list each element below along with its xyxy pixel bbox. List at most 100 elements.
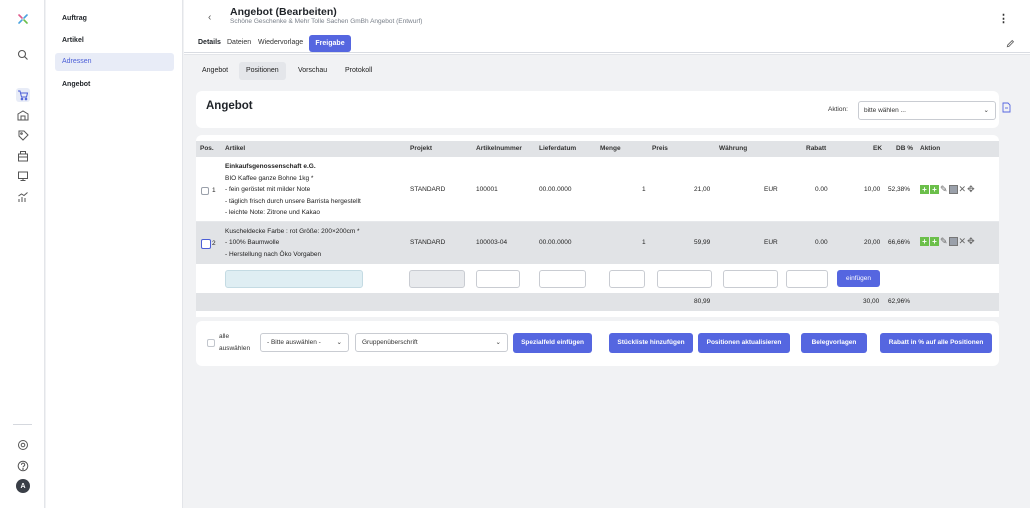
article-line: BIO Kaffee ganze Bohne 1kg *: [225, 175, 314, 182]
edit-icon[interactable]: ✎: [940, 184, 948, 195]
angebot-card: Angebot Aktion: bitte wählen ... ⌄: [196, 91, 1011, 128]
col-menge: Menge: [600, 145, 621, 152]
row-db: 52,38%: [888, 186, 911, 193]
tab-divider: [184, 52, 1030, 53]
col-ek: EK: [873, 145, 883, 152]
stueckliste-hinzufuegen-button[interactable]: Stückliste hinzufügen: [609, 333, 693, 353]
col-waehrung: Währung: [719, 145, 748, 152]
chevron-down-icon: ⌄: [983, 107, 989, 114]
subtab-positionen[interactable]: Positionen: [239, 62, 286, 80]
row-actions: + + ✎ ✕ ✥: [920, 236, 975, 247]
select-all-label: auswählen: [219, 345, 251, 352]
delete-icon[interactable]: ✕: [959, 236, 967, 247]
chevron-down-icon: ⌄: [495, 339, 501, 346]
add-above-icon[interactable]: +: [920, 185, 929, 194]
article-line: - täglich frisch durch unsere Barrista h…: [225, 198, 361, 205]
lieferdatum-input[interactable]: [539, 270, 586, 288]
col-rabatt: Rabatt: [806, 145, 827, 152]
freigabe-button[interactable]: Freigabe: [309, 35, 351, 52]
pdf-icon[interactable]: [1002, 102, 1011, 115]
total-preis: 80,99: [694, 298, 711, 305]
preis-input[interactable]: [657, 270, 712, 288]
row-artikelnummer: 100003-04: [476, 239, 508, 246]
rabatt-alle-positionen-button[interactable]: Rabatt in % auf alle Positionen: [880, 333, 992, 353]
select-all-checkbox[interactable]: [207, 339, 215, 347]
aktion-label: Aktion:: [828, 106, 848, 113]
row-checkbox[interactable]: [201, 239, 211, 249]
waehrung-input[interactable]: [723, 270, 778, 288]
row-ek: 20,00: [864, 239, 881, 246]
table-header: Pos. Artikel Projekt Artikelnummer Liefe…: [196, 141, 999, 157]
gruppenueberschrift-select[interactable]: Gruppenüberschrift ⌄: [355, 333, 508, 352]
module-sidebar: Auftrag Artikel Adressen Angebot: [46, 0, 183, 508]
article-line: - fein geröstet mit milder Note: [225, 186, 311, 193]
totals-row: 80,99 30,00 62,96%: [196, 293, 999, 311]
statistics-icon[interactable]: [16, 190, 30, 204]
row-waehrung: EUR: [764, 186, 778, 193]
row-preis: 21,00: [694, 186, 711, 193]
avatar[interactable]: A: [16, 479, 30, 493]
subtab-vorschau[interactable]: Vorschau: [291, 62, 334, 80]
search-icon[interactable]: [16, 48, 30, 62]
copy-icon[interactable]: [948, 185, 958, 194]
aktion-select[interactable]: bitte wählen ... ⌄: [858, 101, 996, 120]
row-pos: 2: [212, 240, 216, 247]
aktion-select-value: bitte wählen ...: [864, 107, 906, 114]
sidebar-item-adressen[interactable]: Adressen: [55, 53, 174, 71]
insert-button[interactable]: einfügen: [837, 270, 880, 287]
col-db: DB %: [896, 145, 913, 152]
belegvorlagen-button[interactable]: Belegvorlagen: [801, 333, 867, 353]
edit-pencil-icon[interactable]: [1006, 39, 1015, 50]
menge-input[interactable]: [609, 270, 645, 288]
row-menge: 1: [642, 239, 646, 246]
page-header: ‹ Angebot (Bearbeiten) Schöne Geschenke …: [184, 0, 1030, 55]
edit-icon[interactable]: ✎: [940, 236, 948, 247]
row-db: 66,66%: [888, 239, 911, 246]
tab-details[interactable]: Details: [198, 39, 221, 46]
tab-dateien[interactable]: Dateien: [227, 39, 251, 46]
warehouse-icon[interactable]: [16, 108, 30, 122]
add-below-icon[interactable]: +: [930, 185, 939, 194]
artikelnummer-input[interactable]: [476, 270, 520, 288]
cart-icon[interactable]: [16, 88, 30, 102]
row-projekt: STANDARD: [410, 239, 446, 246]
delete-icon[interactable]: ✕: [959, 184, 967, 195]
monitor-icon[interactable]: [16, 169, 30, 183]
add-above-icon[interactable]: +: [920, 237, 929, 246]
bitte-auswaehlen-select[interactable]: - Bitte auswählen - ⌄: [260, 333, 349, 352]
register-icon[interactable]: [16, 149, 30, 163]
rail-divider: [13, 424, 32, 425]
subtab-angebot[interactable]: Angebot: [195, 62, 235, 80]
row-lieferdatum: 00.00.0000: [539, 239, 572, 246]
table-row: 1 Einkaufsgenossenschaft e.G. BIO Kaffee…: [196, 158, 999, 222]
more-options-icon[interactable]: ⋮: [998, 12, 1009, 25]
total-db: 62,96%: [888, 298, 911, 305]
logo-icon[interactable]: [16, 12, 30, 26]
spezialfeld-einfuegen-button[interactable]: Spezialfeld einfügen: [513, 333, 592, 353]
select-all-label: alle: [219, 333, 230, 340]
sidebar-item-artikel[interactable]: Artikel: [55, 32, 174, 50]
article-line: Kuscheldecke Farbe : rot Größe: 200×200c…: [225, 228, 360, 235]
move-icon[interactable]: ✥: [967, 184, 975, 195]
page-title: Angebot (Bearbeiten): [230, 6, 337, 18]
rabatt-input[interactable]: [786, 270, 828, 288]
tab-wiedervorlage[interactable]: Wiedervorlage: [258, 39, 303, 46]
sidebar-item-angebot[interactable]: Angebot: [55, 76, 174, 94]
copy-icon[interactable]: [948, 237, 958, 246]
col-preis: Preis: [652, 145, 668, 152]
back-chevron-icon[interactable]: ‹: [208, 12, 211, 23]
row-artikelnummer: 100001: [476, 186, 498, 193]
help-icon[interactable]: [16, 459, 30, 473]
settings-icon[interactable]: [16, 438, 30, 452]
tag-icon[interactable]: [16, 128, 30, 142]
subtab-protokoll[interactable]: Protokoll: [338, 62, 379, 80]
artikel-input[interactable]: [225, 270, 363, 288]
sidebar-item-auftrag[interactable]: Auftrag: [55, 10, 174, 28]
row-lieferdatum: 00.00.0000: [539, 186, 572, 193]
row-checkbox[interactable]: [201, 187, 209, 195]
positionen-aktualisieren-button[interactable]: Positionen aktualisieren: [698, 333, 790, 353]
row-preis: 59,99: [694, 239, 711, 246]
move-icon[interactable]: ✥: [967, 236, 975, 247]
projekt-input[interactable]: [409, 270, 465, 288]
add-below-icon[interactable]: +: [930, 237, 939, 246]
